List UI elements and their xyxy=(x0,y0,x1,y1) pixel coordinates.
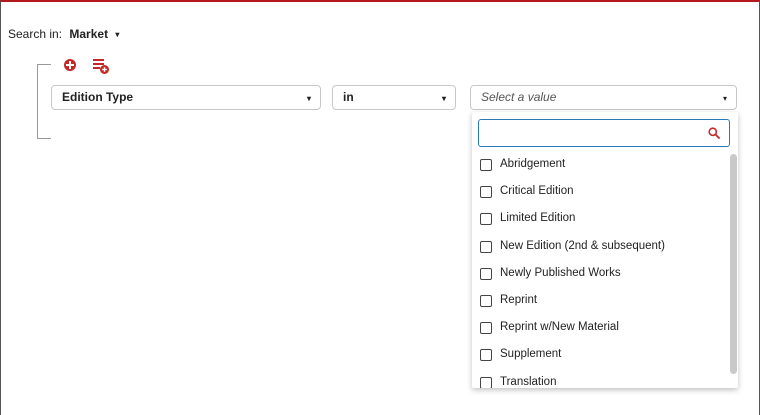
checkbox[interactable] xyxy=(480,186,492,199)
search-scope-value: Market xyxy=(69,27,109,41)
dropdown-option-label: Supplement xyxy=(500,348,562,361)
dropdown-option[interactable]: Limited Edition xyxy=(472,207,728,234)
dropdown-option[interactable]: Reprint w/New Material xyxy=(472,316,728,343)
dropdown-options-list: Abridgement Critical Edition Limited Editi… xyxy=(472,153,728,388)
dropdown-option-label: Newly Published Works xyxy=(500,266,621,279)
checkbox[interactable] xyxy=(480,349,492,362)
checkbox[interactable] xyxy=(480,267,492,280)
value-select[interactable]: Select a value ▾ xyxy=(470,85,737,110)
dropdown-option-label: Translation xyxy=(500,375,557,388)
dropdown-option-label: Critical Edition xyxy=(500,185,574,198)
dropdown-option[interactable]: Reprint xyxy=(472,289,728,316)
dropdown-option-label: Limited Edition xyxy=(500,212,576,225)
search-in-label: Search in: xyxy=(8,27,63,41)
dropdown-option[interactable]: Supplement xyxy=(472,343,728,370)
search-icon[interactable] xyxy=(708,127,720,139)
dropdown-option[interactable]: Critical Edition xyxy=(472,180,728,207)
dropdown-option-label: Reprint xyxy=(500,293,538,306)
chevron-down-icon: ▾ xyxy=(306,94,311,103)
dropdown-option-label: Abridgement xyxy=(500,158,566,170)
dropdown-scrollbar[interactable] xyxy=(730,154,737,374)
dropdown-option-label: New Edition (2nd & subsequent) xyxy=(500,239,665,252)
operator-select[interactable]: in ▾ xyxy=(332,85,456,110)
dropdown-search-input[interactable] xyxy=(485,120,705,146)
chevron-down-icon: ▾ xyxy=(441,94,446,103)
dropdown-option[interactable]: Abridgement xyxy=(472,153,728,180)
operator-select-value: in xyxy=(343,90,354,104)
checkbox[interactable] xyxy=(480,213,492,226)
value-select-placeholder: Select a value xyxy=(481,90,557,104)
dropdown-option-label: Reprint w/New Material xyxy=(500,321,619,334)
condition-group-bracket xyxy=(37,64,51,139)
checkbox[interactable] xyxy=(480,376,492,388)
dropdown-search-box xyxy=(478,119,730,147)
add-condition-icon[interactable] xyxy=(64,59,76,71)
value-dropdown: Abridgement Critical Edition Limited Editi… xyxy=(472,112,738,388)
search-scope-selector[interactable]: Market ▾ xyxy=(69,27,119,41)
checkbox[interactable] xyxy=(480,322,492,335)
dropdown-option[interactable]: Translation xyxy=(472,371,728,388)
checkbox[interactable] xyxy=(480,240,492,253)
checkbox[interactable] xyxy=(480,159,492,171)
chevron-down-icon: ▾ xyxy=(722,94,727,103)
dropdown-option[interactable]: Newly Published Works xyxy=(472,262,728,289)
chevron-down-icon: ▾ xyxy=(115,30,120,39)
add-group-icon[interactable] xyxy=(93,58,109,74)
dropdown-option[interactable]: New Edition (2nd & subsequent) xyxy=(472,235,728,262)
search-scope: Search in: Market ▾ xyxy=(8,27,119,41)
checkbox[interactable] xyxy=(480,294,492,307)
field-select[interactable]: Edition Type ▾ xyxy=(51,85,321,110)
field-select-value: Edition Type xyxy=(62,90,134,104)
